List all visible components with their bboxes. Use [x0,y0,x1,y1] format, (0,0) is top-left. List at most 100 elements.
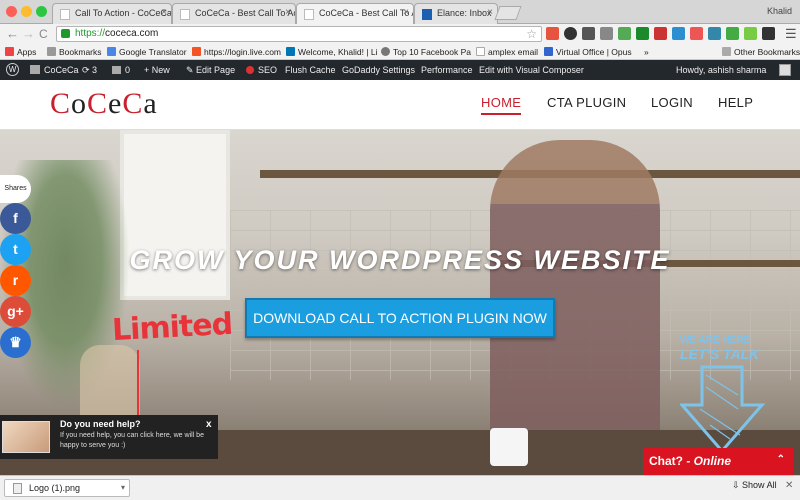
down-arrow-icon[interactable] [680,365,765,455]
extension-icon[interactable] [618,27,631,40]
close-tab-icon[interactable]: × [285,7,291,18]
extension-icon[interactable] [546,27,559,40]
wordpress-icon[interactable]: W [6,63,19,76]
account-menu[interactable]: Howdy, ashish sharma [676,65,766,75]
limited-callout-line [137,350,139,425]
extension-icon[interactable] [582,27,595,40]
chevron-down-icon[interactable]: ▾ [121,480,125,496]
extension-icon[interactable] [708,27,721,40]
browser-tab[interactable]: Elance: Inbox × [414,3,498,24]
extension-icon[interactable] [744,27,757,40]
download-arrow-icon[interactable] [636,27,649,40]
browser-tab[interactable]: Call To Action - CoCeCa – × [52,3,172,24]
browser-tab-strip: Call To Action - CoCeCa – × CoCeCa - Bes… [0,0,800,24]
extension-icon[interactable] [564,27,577,40]
comments-count: 0 [125,65,131,75]
nav-home[interactable]: HOME [481,95,522,115]
extension-icon[interactable] [672,27,685,40]
extension-icon[interactable] [690,27,703,40]
avatar[interactable] [779,64,791,76]
bookmark-item[interactable]: Google Translator [107,47,187,57]
close-tab-icon[interactable]: × [161,7,167,18]
bookmarks-overflow[interactable]: » [644,47,649,57]
seo-status-icon [246,66,254,74]
file-icon [13,483,22,494]
bookmark-folder[interactable]: Other Bookmarks [722,47,800,57]
seo-menu[interactable]: SEO [246,65,277,75]
new-content-menu[interactable]: + New [144,65,170,75]
browser-tab[interactable]: CoCeCa - Best Call To Acti × [172,3,296,24]
bookmark-item[interactable]: Bookmarks [47,47,102,57]
close-icon[interactable]: ✕ [785,480,793,491]
refresh-icon: ⟳ [82,65,93,75]
bookmark-label: Other Bookmarks [734,47,800,57]
site-menu[interactable]: CoCeCa [30,65,79,75]
nav-help[interactable]: HELP [718,95,753,110]
lets-talk-text[interactable]: LET'S TALK [680,346,759,362]
logo-letter: a [143,87,158,120]
bookmark-label: https://login.live.com [204,47,282,57]
bookmark-item[interactable]: Welcome, Khalid! | Li [286,47,378,57]
google-plus-share-button[interactable]: g+ [0,296,31,327]
bookmark-label: Top 10 Facebook Pa [393,47,471,57]
show-all-downloads-button[interactable]: ⇩ Show All [732,480,777,491]
bookmark-item[interactable]: https://login.live.com [192,47,281,57]
logo-letter: C [122,87,144,120]
site-logo[interactable]: CoCeCa [50,87,158,121]
reload-icon[interactable]: C [39,27,48,41]
godaddy-settings-link[interactable]: GoDaddy Settings [342,65,415,75]
facebook-share-button[interactable]: f [0,203,31,234]
wp-admin-bar: W CoCeCa ⟳ 3 0 + New ✎ Edit Page SEO Flu… [0,60,800,80]
seo-label: SEO [258,65,278,75]
download-icon: ⇩ [732,480,743,490]
extension-icon[interactable] [600,27,613,40]
url-scheme: https:// [75,28,106,39]
new-tab-button[interactable] [494,6,522,20]
bookmark-item[interactable]: amplex email [476,47,538,57]
extension-icon[interactable] [726,27,739,40]
twitter-share-button[interactable]: t [0,234,31,265]
comments-menu[interactable]: 0 [112,65,130,75]
crown-share-button[interactable]: ♛ [0,327,31,358]
download-shelf: Logo (1).png ▾ ⇩ Show All ✕ [0,475,800,500]
performance-link[interactable]: Performance [421,65,473,75]
flush-cache-link[interactable]: Flush Cache [285,65,336,75]
we-are-here-text[interactable]: WE ARE HERE [680,335,750,346]
close-window-icon[interactable] [6,6,17,17]
site-name: CoCeCa [44,65,79,75]
bookmark-label: Welcome, Khalid! | Li [298,47,378,57]
home-icon [30,65,40,74]
back-icon[interactable]: ← [6,27,19,41]
profile-name[interactable]: Khalid [767,6,792,16]
page-icon [304,9,314,20]
forward-icon[interactable]: → [22,27,35,41]
help-text: If you need help, you can click here, we… [60,432,204,449]
chrome-menu-icon[interactable]: ☰ [785,26,797,42]
extension-icon[interactable] [762,27,775,40]
bookmark-item[interactable]: Top 10 Facebook Pa [381,47,471,57]
nav-cta-plugin[interactable]: CTA PLUGIN [547,95,626,110]
bookmark-star-icon[interactable]: ☆ [526,27,537,41]
help-title: Do you need help? [60,419,141,429]
bookmark-item[interactable]: Virtual Office | Opus [544,47,632,57]
close-tab-icon[interactable]: × [487,7,493,18]
bookmark-apps[interactable]: Apps [5,47,36,57]
help-popup[interactable]: Do you need help? If you need help, you … [0,415,218,459]
reddit-share-button[interactable]: r [0,265,31,296]
download-plugin-button[interactable]: DOWNLOAD CALL TO ACTION PLUGIN NOW [245,298,555,338]
close-tab-icon[interactable]: × [403,7,409,18]
extension-icon[interactable] [654,27,667,40]
download-item[interactable]: Logo (1).png ▾ [4,479,130,497]
close-icon[interactable]: x [206,419,212,430]
pencil-icon: ✎ [186,65,197,75]
edit-page-link[interactable]: ✎ Edit Page [186,65,235,76]
chevron-up-icon[interactable]: ⌃ [777,454,785,465]
browser-tab-active[interactable]: CoCeCa - Best Call To Acti × [296,3,414,24]
updates-menu[interactable]: ⟳ 3 [82,65,97,76]
chat-widget[interactable]: Chat? - Online ⌃ [643,448,793,475]
minimize-window-icon[interactable] [21,6,32,17]
visual-composer-link[interactable]: Edit with Visual Composer [479,65,584,75]
nav-login[interactable]: LOGIN [651,95,693,110]
maximize-window-icon[interactable] [36,6,47,17]
address-bar[interactable]: https://coceca.com ☆ [56,26,542,42]
